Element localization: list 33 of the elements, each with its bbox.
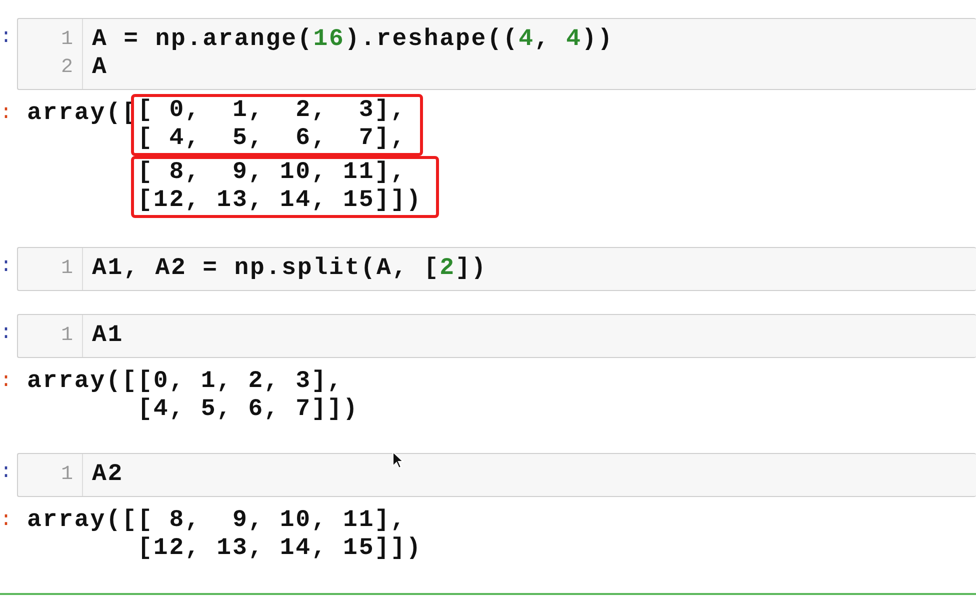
- output-prompt: :: [0, 369, 12, 395]
- code-input-area[interactable]: 1 A1, A2 = np.split(A, [2]): [17, 247, 976, 291]
- code-line: A: [92, 54, 109, 82]
- input-prompt: :: [0, 254, 12, 280]
- output-text: [12, 13, 14, 15]]): [138, 535, 422, 563]
- code-line: A2: [92, 461, 124, 489]
- input-prompt: :: [0, 25, 12, 51]
- output-text: [ 8, 9, 10, 11],: [138, 159, 408, 187]
- output-text: array([: [27, 367, 138, 397]
- line-number: 1: [60, 462, 73, 488]
- code-line: A1: [92, 322, 124, 350]
- output-text: [0, 1, 2, 3],: [138, 368, 344, 396]
- output-text: [ 0, 1, 2, 3],: [138, 97, 406, 125]
- output-text: [ 4, 5, 6, 7],: [138, 125, 406, 153]
- line-number: 2: [60, 55, 73, 81]
- code-line: A = np.arange(16).reshape((4, 4)): [92, 26, 614, 54]
- output-text: [12, 13, 14, 15]]): [138, 187, 422, 215]
- code-input-area[interactable]: 1 A2: [17, 453, 976, 497]
- input-prompt: :: [0, 460, 12, 486]
- input-prompt: :: [0, 321, 12, 347]
- output-prompt: :: [0, 101, 12, 127]
- output-text: array([: [27, 99, 138, 129]
- mouse-cursor-icon: [392, 451, 404, 469]
- line-number: 1: [60, 27, 73, 53]
- line-number: 1: [60, 323, 73, 349]
- output-text: [4, 5, 6, 7]]): [138, 396, 359, 424]
- line-number: 1: [60, 256, 73, 282]
- output-prompt: :: [0, 508, 12, 534]
- code-input-area[interactable]: 1 A1: [17, 314, 976, 358]
- output-text: array([: [27, 506, 138, 536]
- output-text: [ 8, 9, 10, 11],: [138, 507, 408, 535]
- code-input-area[interactable]: 1 2 A = np.arange(16).reshape((4, 4)) A: [17, 18, 976, 90]
- code-line: A1, A2 = np.split(A, [2]): [92, 255, 488, 283]
